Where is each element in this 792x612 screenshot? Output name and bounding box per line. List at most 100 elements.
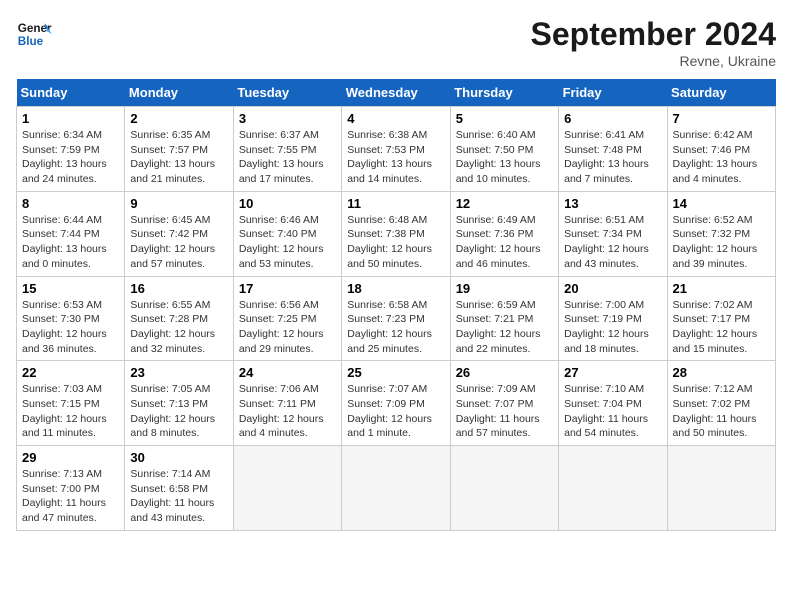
day-info: Sunrise: 6:58 AMSunset: 7:23 PMDaylight:… <box>347 298 444 357</box>
header: General Blue September 2024 Revne, Ukrai… <box>16 16 776 69</box>
calendar-week-row: 22Sunrise: 7:03 AMSunset: 7:15 PMDayligh… <box>17 361 776 446</box>
table-row: 8Sunrise: 6:44 AMSunset: 7:44 PMDaylight… <box>17 191 125 276</box>
day-info: Sunrise: 6:45 AMSunset: 7:42 PMDaylight:… <box>130 213 227 272</box>
table-row: 11Sunrise: 6:48 AMSunset: 7:38 PMDayligh… <box>342 191 450 276</box>
table-row: 13 Sunrise: 6:51 AMSunset: 7:34 PMDayligh… <box>559 191 667 276</box>
table-row <box>667 446 775 531</box>
day-info: Sunrise: 6:35 AMSunset: 7:57 PMDaylight:… <box>130 128 227 187</box>
table-row <box>342 446 450 531</box>
table-row: 22Sunrise: 7:03 AMSunset: 7:15 PMDayligh… <box>17 361 125 446</box>
table-row: 15 Sunrise: 6:53 AMSunset: 7:30 PMDayligh… <box>17 276 125 361</box>
month-title: September 2024 <box>531 16 776 53</box>
day-info: Sunrise: 6:42 AMSunset: 7:46 PMDaylight:… <box>673 128 770 187</box>
day-number: 29 <box>22 450 119 465</box>
header-friday: Friday <box>559 79 667 107</box>
table-row: 9 Sunrise: 6:45 AMSunset: 7:42 PMDaylight… <box>125 191 233 276</box>
day-number: 9 <box>130 196 227 211</box>
day-number: 22 <box>22 365 119 380</box>
day-number: 28 <box>673 365 770 380</box>
header-tuesday: Tuesday <box>233 79 341 107</box>
table-row: 27Sunrise: 7:10 AMSunset: 7:04 PMDayligh… <box>559 361 667 446</box>
day-info: Sunrise: 7:06 AMSunset: 7:11 PMDaylight:… <box>239 382 336 441</box>
title-area: September 2024 Revne, Ukraine <box>531 16 776 69</box>
day-number: 20 <box>564 281 661 296</box>
header-sunday: Sunday <box>17 79 125 107</box>
day-number: 24 <box>239 365 336 380</box>
day-number: 4 <box>347 111 444 126</box>
header-wednesday: Wednesday <box>342 79 450 107</box>
day-info: Sunrise: 7:02 AMSunset: 7:17 PMDaylight:… <box>673 298 770 357</box>
table-row: 24 Sunrise: 7:06 AMSunset: 7:11 PMDayligh… <box>233 361 341 446</box>
location-subtitle: Revne, Ukraine <box>531 53 776 69</box>
weekday-header-row: Sunday Monday Tuesday Wednesday Thursday… <box>17 79 776 107</box>
day-info: Sunrise: 6:46 AMSunset: 7:40 PMDaylight:… <box>239 213 336 272</box>
day-number: 5 <box>456 111 553 126</box>
day-info: Sunrise: 6:37 AMSunset: 7:55 PMDaylight:… <box>239 128 336 187</box>
table-row: 19Sunrise: 6:59 AMSunset: 7:21 PMDayligh… <box>450 276 558 361</box>
table-row: 28 Sunrise: 7:12 AMSunset: 7:02 PMDayligh… <box>667 361 775 446</box>
logo: General Blue <box>16 16 52 52</box>
day-number: 14 <box>673 196 770 211</box>
table-row: 20 Sunrise: 7:00 AMSunset: 7:19 PMDayligh… <box>559 276 667 361</box>
day-number: 26 <box>456 365 553 380</box>
table-row: 17Sunrise: 6:56 AMSunset: 7:25 PMDayligh… <box>233 276 341 361</box>
logo-icon: General Blue <box>16 16 52 52</box>
day-info: Sunrise: 6:41 AMSunset: 7:48 PMDaylight:… <box>564 128 661 187</box>
table-row: 1 Sunrise: 6:34 AMSunset: 7:59 PMDaylight… <box>17 107 125 192</box>
header-monday: Monday <box>125 79 233 107</box>
day-number: 15 <box>22 281 119 296</box>
day-info: Sunrise: 6:55 AMSunset: 7:28 PMDaylight:… <box>130 298 227 357</box>
header-thursday: Thursday <box>450 79 558 107</box>
header-saturday: Saturday <box>667 79 775 107</box>
day-info: Sunrise: 6:53 AMSunset: 7:30 PMDaylight:… <box>22 298 119 357</box>
calendar-table: Sunday Monday Tuesday Wednesday Thursday… <box>16 79 776 531</box>
table-row: 23 Sunrise: 7:05 AMSunset: 7:13 PMDayligh… <box>125 361 233 446</box>
calendar-week-row: 15 Sunrise: 6:53 AMSunset: 7:30 PMDayligh… <box>17 276 776 361</box>
table-row: 12Sunrise: 6:49 AMSunset: 7:36 PMDayligh… <box>450 191 558 276</box>
day-number: 16 <box>130 281 227 296</box>
day-number: 12 <box>456 196 553 211</box>
day-info: Sunrise: 6:59 AMSunset: 7:21 PMDaylight:… <box>456 298 553 357</box>
table-row: 6 Sunrise: 6:41 AMSunset: 7:48 PMDaylight… <box>559 107 667 192</box>
day-info: Sunrise: 7:07 AMSunset: 7:09 PMDaylight:… <box>347 382 444 441</box>
table-row: 25 Sunrise: 7:07 AMSunset: 7:09 PMDayligh… <box>342 361 450 446</box>
table-row <box>450 446 558 531</box>
table-row <box>559 446 667 531</box>
table-row: 4 Sunrise: 6:38 AMSunset: 7:53 PMDaylight… <box>342 107 450 192</box>
day-number: 8 <box>22 196 119 211</box>
table-row: 3 Sunrise: 6:37 AMSunset: 7:55 PMDaylight… <box>233 107 341 192</box>
svg-text:Blue: Blue <box>18 35 44 48</box>
day-number: 6 <box>564 111 661 126</box>
table-row: 7Sunrise: 6:42 AMSunset: 7:46 PMDaylight… <box>667 107 775 192</box>
day-info: Sunrise: 7:00 AMSunset: 7:19 PMDaylight:… <box>564 298 661 357</box>
day-number: 13 <box>564 196 661 211</box>
day-info: Sunrise: 7:09 AMSunset: 7:07 PMDaylight:… <box>456 382 553 441</box>
table-row: 30Sunrise: 7:14 AMSunset: 6:58 PMDayligh… <box>125 446 233 531</box>
day-number: 23 <box>130 365 227 380</box>
day-info: Sunrise: 7:13 AMSunset: 7:00 PMDaylight:… <box>22 467 119 526</box>
day-info: Sunrise: 7:14 AMSunset: 6:58 PMDaylight:… <box>130 467 227 526</box>
day-number: 10 <box>239 196 336 211</box>
day-info: Sunrise: 6:52 AMSunset: 7:32 PMDaylight:… <box>673 213 770 272</box>
day-number: 25 <box>347 365 444 380</box>
day-info: Sunrise: 6:38 AMSunset: 7:53 PMDaylight:… <box>347 128 444 187</box>
table-row: 2Sunrise: 6:35 AMSunset: 7:57 PMDaylight… <box>125 107 233 192</box>
day-number: 27 <box>564 365 661 380</box>
table-row: 14 Sunrise: 6:52 AMSunset: 7:32 PMDayligh… <box>667 191 775 276</box>
table-row <box>233 446 341 531</box>
day-info: Sunrise: 6:56 AMSunset: 7:25 PMDaylight:… <box>239 298 336 357</box>
day-info: Sunrise: 6:34 AMSunset: 7:59 PMDaylight:… <box>22 128 119 187</box>
day-info: Sunrise: 7:12 AMSunset: 7:02 PMDaylight:… <box>673 382 770 441</box>
day-number: 3 <box>239 111 336 126</box>
calendar-week-row: 1 Sunrise: 6:34 AMSunset: 7:59 PMDaylight… <box>17 107 776 192</box>
calendar-week-row: 8Sunrise: 6:44 AMSunset: 7:44 PMDaylight… <box>17 191 776 276</box>
day-info: Sunrise: 6:40 AMSunset: 7:50 PMDaylight:… <box>456 128 553 187</box>
day-number: 1 <box>22 111 119 126</box>
day-info: Sunrise: 6:51 AMSunset: 7:34 PMDaylight:… <box>564 213 661 272</box>
table-row: 5 Sunrise: 6:40 AMSunset: 7:50 PMDaylight… <box>450 107 558 192</box>
day-number: 18 <box>347 281 444 296</box>
day-info: Sunrise: 7:05 AMSunset: 7:13 PMDaylight:… <box>130 382 227 441</box>
table-row: 18 Sunrise: 6:58 AMSunset: 7:23 PMDayligh… <box>342 276 450 361</box>
day-number: 21 <box>673 281 770 296</box>
table-row: 16 Sunrise: 6:55 AMSunset: 7:28 PMDayligh… <box>125 276 233 361</box>
